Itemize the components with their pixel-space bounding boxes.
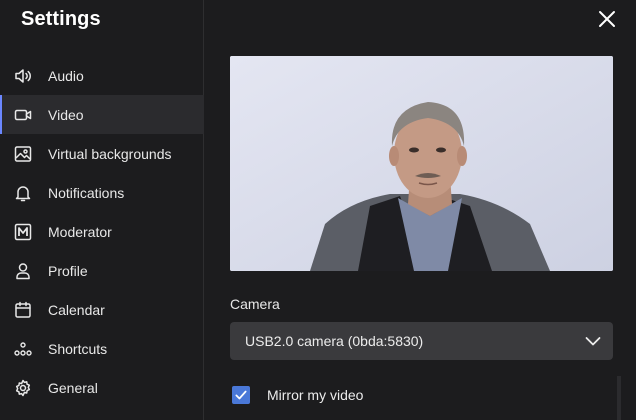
moderator-m-icon bbox=[14, 223, 32, 241]
sidebar-item-moderator[interactable]: Moderator bbox=[0, 212, 204, 251]
sidebar-item-label: Calendar bbox=[48, 301, 105, 318]
image-icon bbox=[14, 145, 32, 163]
camera-select-value: USB2.0 camera (0bda:5830) bbox=[245, 333, 424, 349]
scrollbar[interactable] bbox=[617, 376, 621, 420]
sidebar-item-audio[interactable]: Audio bbox=[0, 56, 204, 95]
video-camera-icon bbox=[14, 106, 32, 124]
sidebar-item-label: Moderator bbox=[48, 223, 112, 240]
chevron-down-icon bbox=[585, 337, 601, 346]
gear-icon bbox=[14, 379, 32, 397]
sidebar-item-general[interactable]: General bbox=[0, 368, 204, 407]
checkmark-icon bbox=[235, 390, 247, 400]
mirror-video-row: Mirror my video bbox=[232, 386, 363, 404]
sidebar-item-notifications[interactable]: Notifications bbox=[0, 173, 204, 212]
camera-label: Camera bbox=[230, 296, 280, 312]
shortcuts-icon bbox=[14, 340, 32, 358]
sidebar-item-video[interactable]: Video bbox=[0, 95, 204, 134]
close-button[interactable] bbox=[598, 10, 616, 28]
sidebar-item-label: Shortcuts bbox=[48, 340, 108, 357]
sidebar-item-shortcuts[interactable]: Shortcuts bbox=[0, 329, 204, 368]
sidebar-item-virtual-backgrounds[interactable]: Virtual backgrounds bbox=[0, 134, 204, 173]
webcam-person-image bbox=[230, 56, 613, 271]
video-preview bbox=[230, 56, 613, 271]
sidebar-item-label: Virtual backgrounds bbox=[48, 145, 172, 162]
sidebar-item-label: General bbox=[48, 379, 98, 396]
settings-sidebar: Settings Audio Video Virtual backgrounds… bbox=[0, 0, 204, 420]
sidebar-item-label: Notifications bbox=[48, 184, 125, 201]
sidebar-item-label: Video bbox=[48, 106, 84, 123]
sidebar-item-calendar[interactable]: Calendar bbox=[0, 290, 204, 329]
settings-nav: Audio Video Virtual backgrounds Notifica… bbox=[0, 56, 204, 407]
close-icon bbox=[599, 11, 615, 27]
speaker-icon bbox=[14, 67, 32, 85]
sidebar-item-profile[interactable]: Profile bbox=[0, 251, 204, 290]
page-title: Settings bbox=[21, 8, 101, 30]
mirror-video-label: Mirror my video bbox=[267, 387, 364, 403]
bell-icon bbox=[14, 184, 32, 202]
mirror-video-checkbox[interactable] bbox=[232, 386, 250, 404]
camera-select[interactable]: USB2.0 camera (0bda:5830) bbox=[230, 322, 613, 360]
sidebar-item-label: Audio bbox=[48, 67, 84, 84]
person-icon bbox=[14, 262, 32, 280]
sidebar-item-label: Profile bbox=[48, 262, 88, 279]
calendar-icon bbox=[14, 301, 32, 319]
